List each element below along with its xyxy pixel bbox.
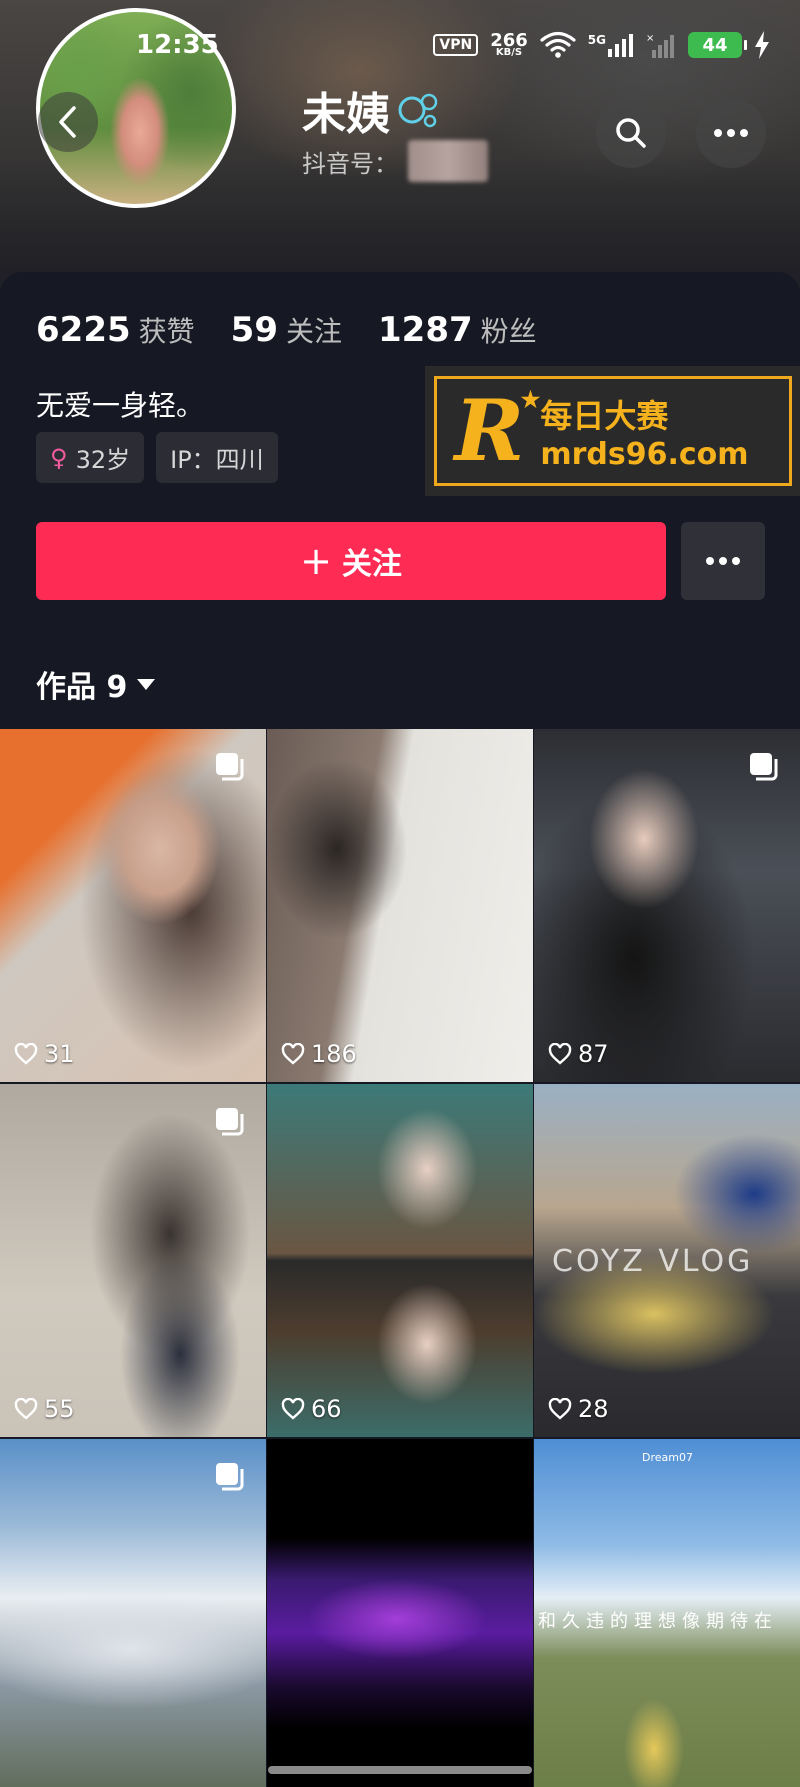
network-speed: 266 KB/S <box>490 31 528 58</box>
like-count: 186 <box>281 1040 357 1068</box>
douyin-id-label: 抖音号： <box>302 149 398 178</box>
like-count-value: 87 <box>578 1040 609 1068</box>
heart-icon <box>548 1398 572 1420</box>
signal-5g: 5G <box>588 33 634 57</box>
wifi-icon <box>540 31 576 58</box>
follow-more-button[interactable] <box>681 522 765 600</box>
profile-bio: 无爱一身轻。 <box>36 389 205 422</box>
profile-stats: 6225 获赞 59 关注 1287 粉丝 <box>36 310 537 350</box>
signal-secondary-icon: × <box>646 33 674 58</box>
plus-icon: + <box>300 539 332 583</box>
stat-followers-value: 1287 <box>378 310 473 350</box>
stat-followers[interactable]: 1287 粉丝 <box>378 310 537 350</box>
tab-works[interactable]: 作品 9 <box>36 662 156 706</box>
caret-down-icon <box>137 678 156 690</box>
stat-likes-value: 6225 <box>36 310 131 350</box>
multi-image-icon <box>216 1108 244 1136</box>
video-thumbnail[interactable]: Dream07 和久违的理想像期待在 <box>534 1439 800 1787</box>
video-thumbnail[interactable] <box>0 1439 266 1787</box>
vpn-indicator: VPN <box>433 34 479 56</box>
profile-tags: ♀ 32岁 IP：四川 <box>36 432 278 483</box>
like-count-value: 28 <box>578 1395 609 1423</box>
like-count: 66 <box>281 1395 342 1423</box>
douyin-id-blurred <box>408 140 488 182</box>
female-icon: ♀ <box>50 443 68 472</box>
video-thumbnail[interactable]: 186 <box>267 729 533 1082</box>
multi-image-icon <box>216 1463 244 1491</box>
multi-image-icon <box>750 753 778 781</box>
signal-icon <box>608 34 633 57</box>
video-thumbnail[interactable] <box>267 1439 533 1787</box>
video-thumbnail[interactable]: 87 <box>534 729 800 1082</box>
watermark-logo-letter: R <box>454 381 525 480</box>
watermark-frame: R ★ 每日大赛 mrds96.com <box>433 376 792 486</box>
like-count-value: 186 <box>311 1040 357 1068</box>
like-count-value: 66 <box>311 1395 342 1423</box>
watermark-text: 每日大赛 mrds96.com <box>540 391 748 472</box>
watermark-url: mrds96.com <box>540 436 749 472</box>
ip-tag: IP：四川 <box>156 432 278 483</box>
like-count: 28 <box>548 1395 609 1423</box>
video-grid: 31 186 87 55 66 COYZ VLOG 28 Dream07 和久违… <box>0 729 800 1787</box>
video-thumbnail[interactable]: COYZ VLOG 28 <box>534 1084 800 1437</box>
like-count-value: 31 <box>44 1040 75 1068</box>
video-thumbnail[interactable]: 31 <box>0 729 266 1082</box>
home-indicator[interactable] <box>268 1766 532 1774</box>
heart-icon <box>281 1398 305 1420</box>
video-thumbnail[interactable]: 66 <box>267 1084 533 1437</box>
search-button[interactable] <box>596 98 666 168</box>
age-tag-label: 32岁 <box>75 446 131 474</box>
stat-likes[interactable]: 6225 获赞 <box>36 310 195 350</box>
heart-icon <box>14 1398 38 1420</box>
search-icon <box>616 118 646 148</box>
watermark-logo: R ★ <box>455 389 541 473</box>
stat-likes-label: 获赞 <box>138 315 195 348</box>
like-count: 31 <box>14 1040 75 1068</box>
battery-indicator: 44 <box>688 32 747 58</box>
stat-following-value: 59 <box>230 310 278 350</box>
like-count: 87 <box>548 1040 609 1068</box>
status-bar: VPN 266 KB/S 5G × 44 <box>433 28 770 62</box>
status-time: 12:35 <box>136 30 219 60</box>
star-icon: ★ <box>520 387 541 413</box>
more-dots-icon <box>714 129 748 137</box>
follow-button-label: 关注 <box>341 547 402 582</box>
profile-name-row: 未姨 <box>302 78 440 142</box>
stat-following[interactable]: 59 关注 <box>231 310 342 350</box>
stat-followers-label: 粉丝 <box>480 315 537 348</box>
watermark-cn: 每日大赛 <box>540 396 669 435</box>
follow-button[interactable]: + 关注 <box>36 522 666 600</box>
thumbnail-overlay-text: COYZ VLOG <box>552 1244 754 1279</box>
douyin-id: 抖音号： <box>302 140 488 182</box>
charging-icon <box>755 31 769 59</box>
like-count: 55 <box>14 1395 75 1423</box>
heart-icon <box>548 1043 572 1065</box>
profile-name: 未姨 <box>302 89 390 140</box>
network-type: 5G <box>587 33 606 47</box>
back-arrow-icon <box>59 106 76 138</box>
more-dots-icon <box>706 557 740 565</box>
age-tag: ♀ 32岁 <box>36 432 145 483</box>
thumbnail-overlay-text: 和久违的理想像期待在 <box>538 1611 778 1632</box>
heart-icon <box>281 1043 305 1065</box>
more-options-button[interactable] <box>696 98 766 168</box>
like-count-value: 55 <box>44 1395 75 1423</box>
heart-icon <box>14 1043 38 1065</box>
thumbnail-small-text: Dream07 <box>642 1451 693 1464</box>
watermark-overlay: R ★ 每日大赛 mrds96.com <box>425 366 800 496</box>
stat-following-label: 关注 <box>285 315 342 348</box>
multi-image-icon <box>216 753 244 781</box>
back-button[interactable] <box>38 92 98 152</box>
svg-text:×: × <box>646 33 654 44</box>
bubble-badge-icon <box>398 93 438 128</box>
video-thumbnail[interactable]: 55 <box>0 1084 266 1437</box>
tab-works-label: 作品 9 <box>36 670 128 705</box>
